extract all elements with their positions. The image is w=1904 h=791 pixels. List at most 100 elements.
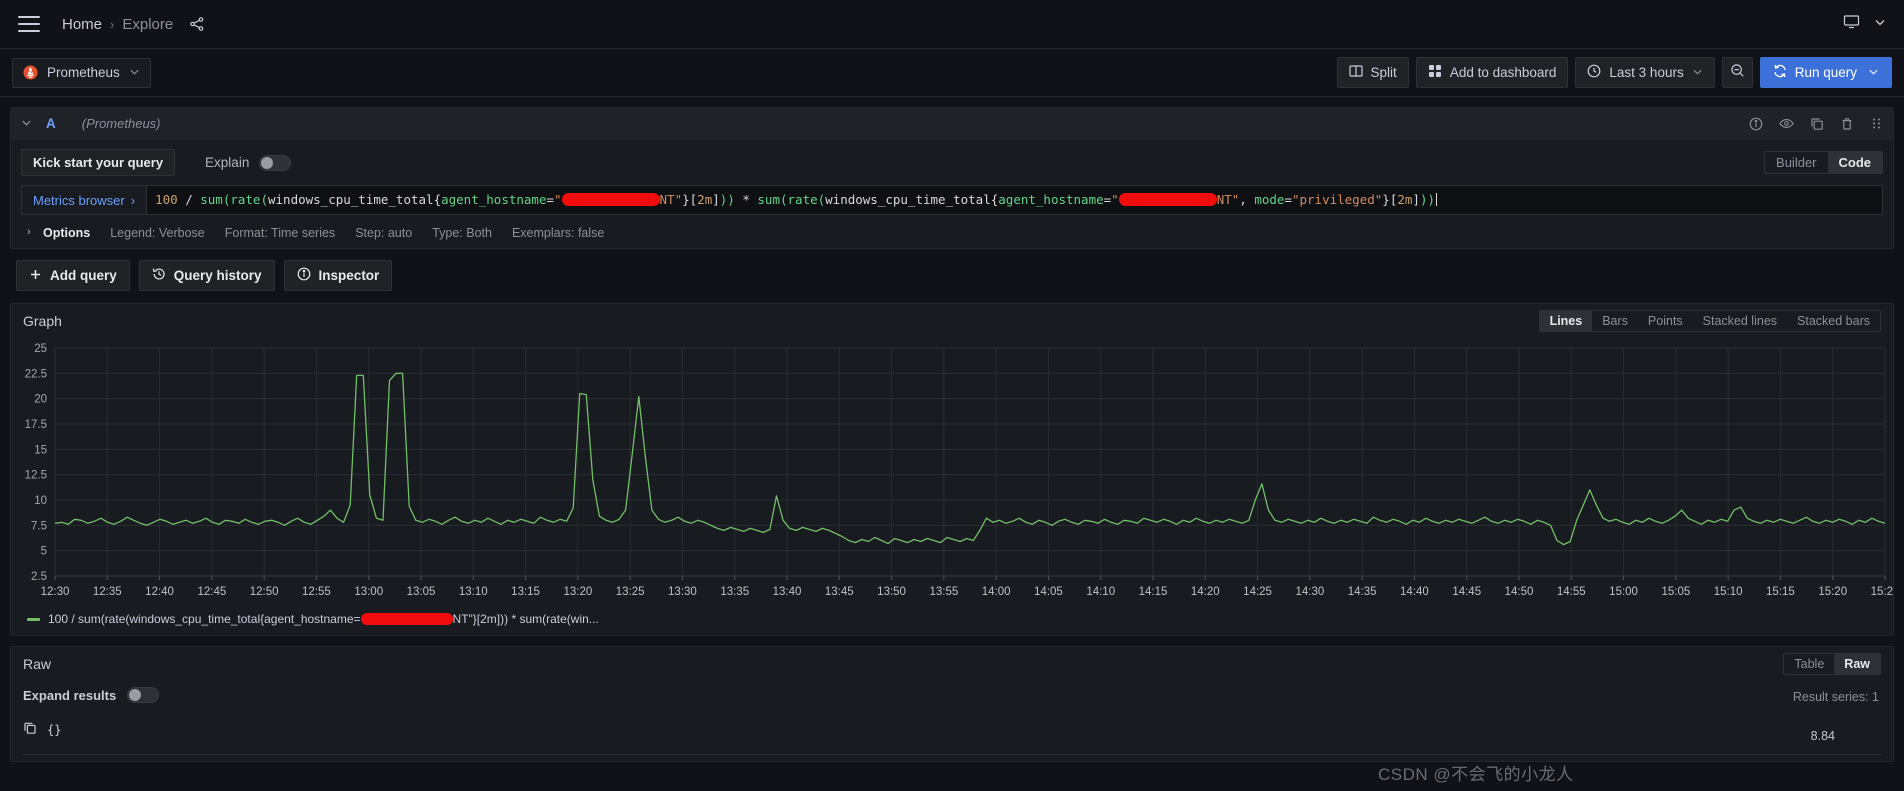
svg-text:13:15: 13:15 xyxy=(511,586,540,598)
expand-results-toggle[interactable] xyxy=(127,687,160,703)
breadcrumb-home[interactable]: Home xyxy=(62,16,102,33)
split-label: Split xyxy=(1370,65,1397,80)
graph-panel-title: Graph xyxy=(23,313,62,329)
chevron-down-icon[interactable] xyxy=(1874,15,1886,33)
svg-text:15:25: 15:25 xyxy=(1871,586,1893,598)
editor-mode-code[interactable]: Code xyxy=(1827,152,1882,173)
raw-json-row: {} xyxy=(23,721,1881,738)
menu-toggle-icon[interactable] xyxy=(18,16,40,32)
chevron-down-icon[interactable] xyxy=(21,117,32,131)
split-button[interactable]: Split xyxy=(1336,57,1409,88)
query-editor-header: A (Prometheus) xyxy=(11,108,1893,140)
query-expression-input[interactable]: 100 / sum(rate(windows_cpu_time_total{ag… xyxy=(146,185,1883,215)
redacted-hostname xyxy=(360,613,453,625)
explain-toggle[interactable] xyxy=(259,154,292,171)
chevron-right-icon: › xyxy=(27,226,31,238)
editor-mode-builder[interactable]: Builder xyxy=(1765,152,1827,173)
svg-text:12:50: 12:50 xyxy=(250,586,279,598)
search-minus-icon xyxy=(1730,63,1745,83)
chevron-right-icon: › xyxy=(130,192,136,208)
raw-value: 8.84 xyxy=(1810,729,1835,743)
inspector-button[interactable]: Inspector xyxy=(283,260,393,291)
svg-text:13:05: 13:05 xyxy=(407,586,436,598)
drag-handle-icon[interactable] xyxy=(1870,117,1883,130)
svg-text:14:00: 14:00 xyxy=(982,586,1011,598)
metrics-browser-label: Metrics browser xyxy=(33,192,125,208)
zoom-out-time-button[interactable] xyxy=(1721,57,1753,88)
query-options-row: › Options Legend: Verbose Format: Time s… xyxy=(21,226,1883,240)
svg-text:14:50: 14:50 xyxy=(1505,586,1534,598)
graph-mode-bars[interactable]: Bars xyxy=(1592,311,1638,331)
text-cursor xyxy=(1436,193,1437,206)
kick-start-query-button[interactable]: Kick start your query xyxy=(21,149,176,176)
raw-panel-title: Raw xyxy=(23,656,52,672)
datasource-picker[interactable]: Prometheus xyxy=(12,57,151,88)
run-query-button[interactable]: Run query xyxy=(1759,57,1892,88)
legend-label: 100 / sum(rate(windows_cpu_time_total{ag… xyxy=(48,612,599,626)
expand-results-label: Expand results xyxy=(23,687,117,703)
monitor-icon[interactable] xyxy=(1843,13,1860,35)
add-query-button[interactable]: Add query xyxy=(16,260,130,291)
graph-mode-points[interactable]: Points xyxy=(1638,311,1693,331)
graph-legend[interactable]: 100 / sum(rate(windows_cpu_time_total{ag… xyxy=(11,606,1893,635)
query-editor-body: Kick start your query Explain Builder Co… xyxy=(11,140,1893,248)
query-editor-controls-row: Kick start your query Explain Builder Co… xyxy=(21,149,1883,176)
svg-text:2.5: 2.5 xyxy=(31,571,47,583)
sync-icon xyxy=(1773,64,1787,81)
share-nodes-icon[interactable] xyxy=(189,16,205,32)
raw-mode-table[interactable]: Table xyxy=(1784,654,1834,674)
raw-mode-raw[interactable]: Raw xyxy=(1834,654,1880,674)
time-range-picker[interactable]: Last 3 hours xyxy=(1575,57,1715,88)
query-ref-id[interactable]: A xyxy=(46,116,56,131)
svg-text:13:30: 13:30 xyxy=(668,586,697,598)
copy-icon[interactable] xyxy=(23,721,37,738)
svg-text:13:35: 13:35 xyxy=(720,586,749,598)
svg-text:14:40: 14:40 xyxy=(1400,586,1429,598)
datasource-name: Prometheus xyxy=(47,65,120,80)
eye-icon[interactable] xyxy=(1779,116,1794,131)
option-exemplars: Exemplars: false xyxy=(511,226,605,240)
clock-icon xyxy=(1587,64,1601,81)
svg-text:13:20: 13:20 xyxy=(563,586,592,598)
query-options-toggle[interactable]: › Options xyxy=(27,226,91,240)
chevron-down-icon xyxy=(129,65,140,80)
explain-label: Explain xyxy=(205,155,250,170)
graph-plot-area[interactable]: 25 22.5 20 17.5 15 12.5 10 7.5 5 2.5 12:30 12:35 12:… xyxy=(11,338,1900,606)
graph-panel: Graph Lines Bars Points Stacked lines St… xyxy=(10,303,1900,636)
top-navigation-bar: Home › Explore xyxy=(0,0,1904,49)
svg-text:5: 5 xyxy=(41,546,47,558)
query-options-label: Options xyxy=(43,226,91,240)
graph-view-mode-toggle: Lines Bars Points Stacked lines Stacked … xyxy=(1538,310,1881,332)
graph-mode-stacked-lines[interactable]: Stacked lines xyxy=(1693,311,1787,331)
svg-text:15:00: 15:00 xyxy=(1609,586,1638,598)
svg-text:13:55: 13:55 xyxy=(929,586,958,598)
copy-icon[interactable] xyxy=(1810,117,1824,131)
graph-mode-stacked-bars[interactable]: Stacked bars xyxy=(1787,311,1880,331)
redacted-hostname xyxy=(1118,193,1217,206)
breadcrumb-explore[interactable]: Explore xyxy=(122,16,173,33)
add-to-dashboard-button[interactable]: Add to dashboard xyxy=(1415,57,1569,88)
query-header-actions xyxy=(1749,116,1883,131)
query-action-buttons: Add query Query history Inspector xyxy=(0,249,1904,303)
graph-mode-lines[interactable]: Lines xyxy=(1539,311,1593,331)
metrics-browser-button[interactable]: Metrics browser › xyxy=(21,185,147,215)
result-series-count: Result series: 1 xyxy=(1792,690,1879,704)
svg-text:15:15: 15:15 xyxy=(1766,586,1795,598)
breadcrumb-separator: › xyxy=(110,16,115,32)
svg-text:17.5: 17.5 xyxy=(25,419,47,431)
svg-text:13:10: 13:10 xyxy=(459,586,488,598)
columns-icon xyxy=(1348,64,1363,81)
watermark-text: CSDN @不会飞的小龙人 xyxy=(1378,765,1574,784)
svg-text:12:30: 12:30 xyxy=(41,586,70,598)
trash-icon[interactable] xyxy=(1840,117,1854,131)
raw-panel-header: Raw Table Raw xyxy=(11,647,1893,681)
info-circle-icon[interactable] xyxy=(1749,117,1763,131)
chevron-down-icon[interactable] xyxy=(1868,65,1879,80)
query-history-button[interactable]: Query history xyxy=(138,260,275,291)
svg-text:15: 15 xyxy=(34,444,47,456)
editor-mode-toggle: Builder Code xyxy=(1764,151,1883,174)
svg-text:13:00: 13:00 xyxy=(354,586,383,598)
raw-results-panel: Raw Table Raw Expand results {} Result s… xyxy=(10,646,1894,762)
svg-text:14:55: 14:55 xyxy=(1557,586,1586,598)
svg-text:15:20: 15:20 xyxy=(1818,586,1847,598)
